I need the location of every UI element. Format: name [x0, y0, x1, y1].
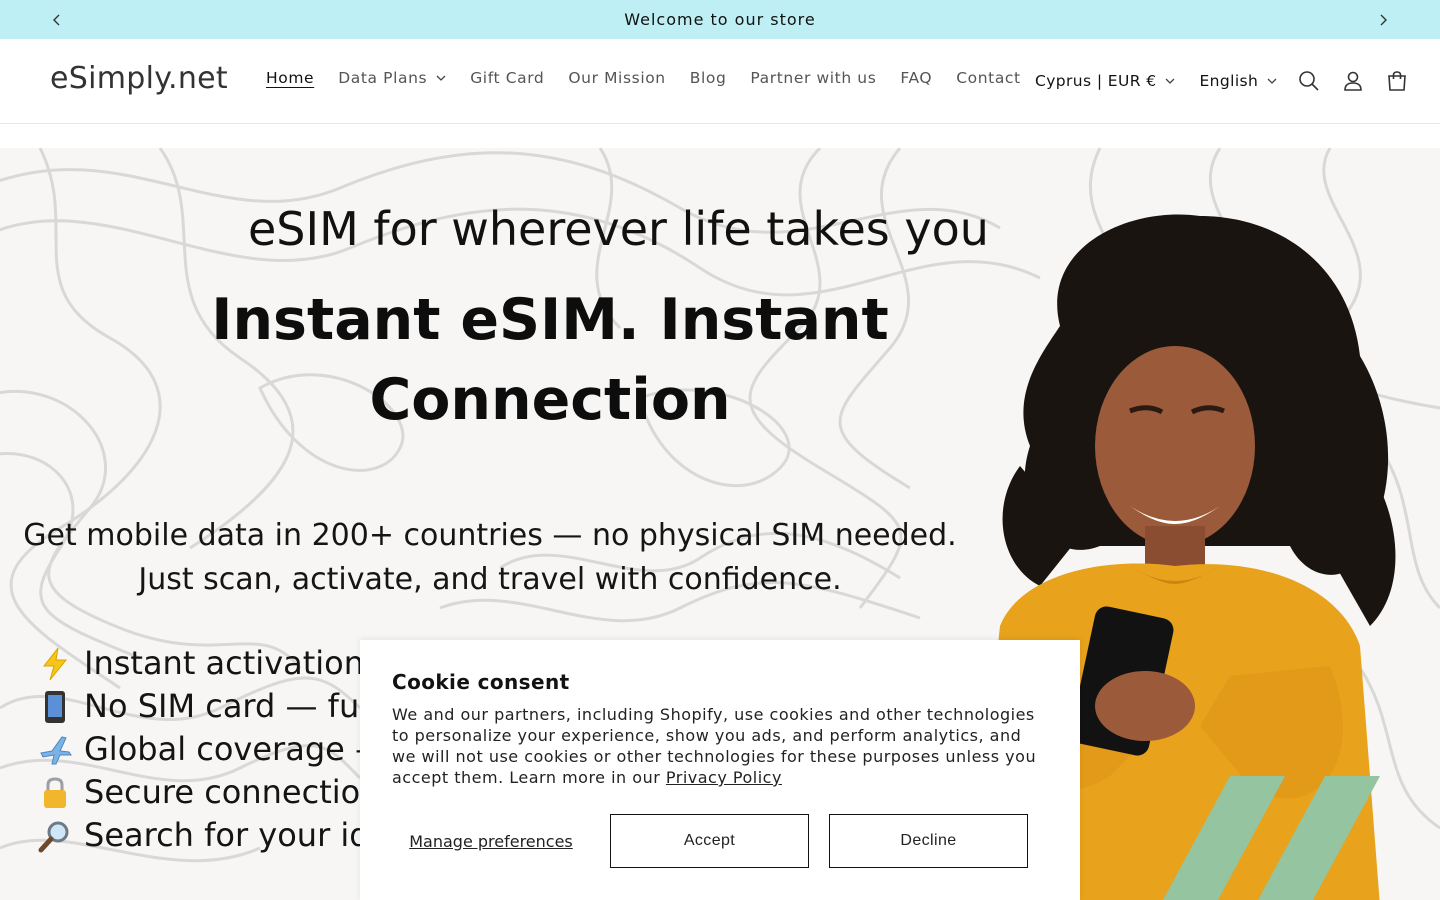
feature-text: Secure connection	[84, 773, 381, 811]
feature-item: Instant activation –	[38, 642, 396, 685]
decline-button[interactable]: Decline	[829, 814, 1028, 868]
nav-data-plans[interactable]: Data Plans	[338, 69, 446, 87]
chevron-left-icon	[53, 14, 60, 25]
site-logo[interactable]: eSimply.net	[50, 61, 228, 96]
nav-gift-card[interactable]: Gift Card	[470, 69, 544, 87]
cookie-actions: Manage preferences Accept Decline	[392, 814, 1028, 868]
language-selector[interactable]: English	[1199, 72, 1277, 90]
announcement-prev-button[interactable]	[37, 0, 77, 39]
header-tools: Cyprus | EUR € English	[1035, 65, 1419, 97]
cart-icon	[1388, 71, 1407, 91]
cookie-body: We and our partners, including Shopify, …	[392, 704, 1048, 788]
nav-blog[interactable]: Blog	[690, 69, 727, 87]
nav-our-mission[interactable]: Our Mission	[568, 69, 665, 87]
feature-text: No SIM card — fully	[84, 687, 396, 725]
phone-icon	[38, 690, 72, 724]
hero-subtitle: Get mobile data in 200+ countries — no p…	[20, 514, 960, 602]
nav-faq[interactable]: FAQ	[900, 69, 932, 87]
feature-item: Global coverage —	[38, 728, 396, 771]
main-nav: Home Data Plans Gift Card Our Mission Bl…	[254, 69, 1033, 87]
feature-item: Search for your ide	[38, 814, 396, 857]
account-button[interactable]	[1331, 59, 1375, 103]
privacy-policy-link[interactable]: Privacy Policy	[666, 768, 782, 787]
hero-title-line2: Connection	[369, 367, 731, 433]
feature-list: Instant activation – No SIM card — fully…	[38, 642, 396, 857]
nav-data-plans-label: Data Plans	[338, 69, 428, 87]
accept-button[interactable]: Accept	[610, 814, 809, 868]
feature-text: Instant activation –	[84, 644, 391, 682]
hero-title: Instant eSIM. Instant Connection	[150, 280, 950, 440]
feature-item: Secure connection	[38, 771, 396, 814]
chevron-down-icon	[1166, 78, 1175, 84]
cookie-consent-banner: Cookie consent We and our partners, incl…	[360, 640, 1080, 900]
announcement-next-button[interactable]	[1363, 0, 1403, 39]
nav-contact[interactable]: Contact	[956, 69, 1021, 87]
lock-icon	[38, 776, 72, 810]
feature-text: Search for your ide	[84, 816, 390, 854]
hero-title-line1: Instant eSIM. Instant	[211, 287, 889, 353]
feature-item: No SIM card — fully	[38, 685, 396, 728]
cookie-title: Cookie consent	[392, 670, 570, 694]
hero-subtitle-line1: Get mobile data in 200+ countries — no p…	[23, 518, 957, 553]
site-header: eSimply.net Home Data Plans Gift Card Ou…	[0, 39, 1440, 124]
cart-button[interactable]	[1375, 59, 1419, 103]
hero-tagline: eSIM for wherever life takes you	[248, 202, 989, 256]
nav-home[interactable]: Home	[266, 69, 314, 87]
manage-preferences-button[interactable]: Manage preferences	[392, 832, 590, 851]
chevron-down-icon	[436, 75, 446, 81]
country-selector-label: Cyprus | EUR €	[1035, 72, 1157, 90]
airplane-icon	[38, 733, 72, 767]
search-icon	[1299, 71, 1319, 91]
country-selector[interactable]: Cyprus | EUR €	[1035, 72, 1175, 90]
language-selector-label: English	[1199, 72, 1259, 90]
lightning-icon	[38, 647, 72, 681]
announcement-message: Welcome to our store	[624, 10, 816, 29]
magnifier-icon	[38, 819, 72, 853]
search-button[interactable]	[1287, 59, 1331, 103]
hero-subtitle-line2: Just scan, activate, and travel with con…	[138, 562, 842, 597]
account-icon	[1344, 71, 1363, 91]
announcement-bar: Welcome to our store	[0, 0, 1440, 39]
chevron-down-icon	[1267, 78, 1277, 84]
chevron-right-icon	[1380, 14, 1387, 25]
feature-text: Global coverage —	[84, 730, 387, 768]
nav-partner[interactable]: Partner with us	[750, 69, 876, 87]
